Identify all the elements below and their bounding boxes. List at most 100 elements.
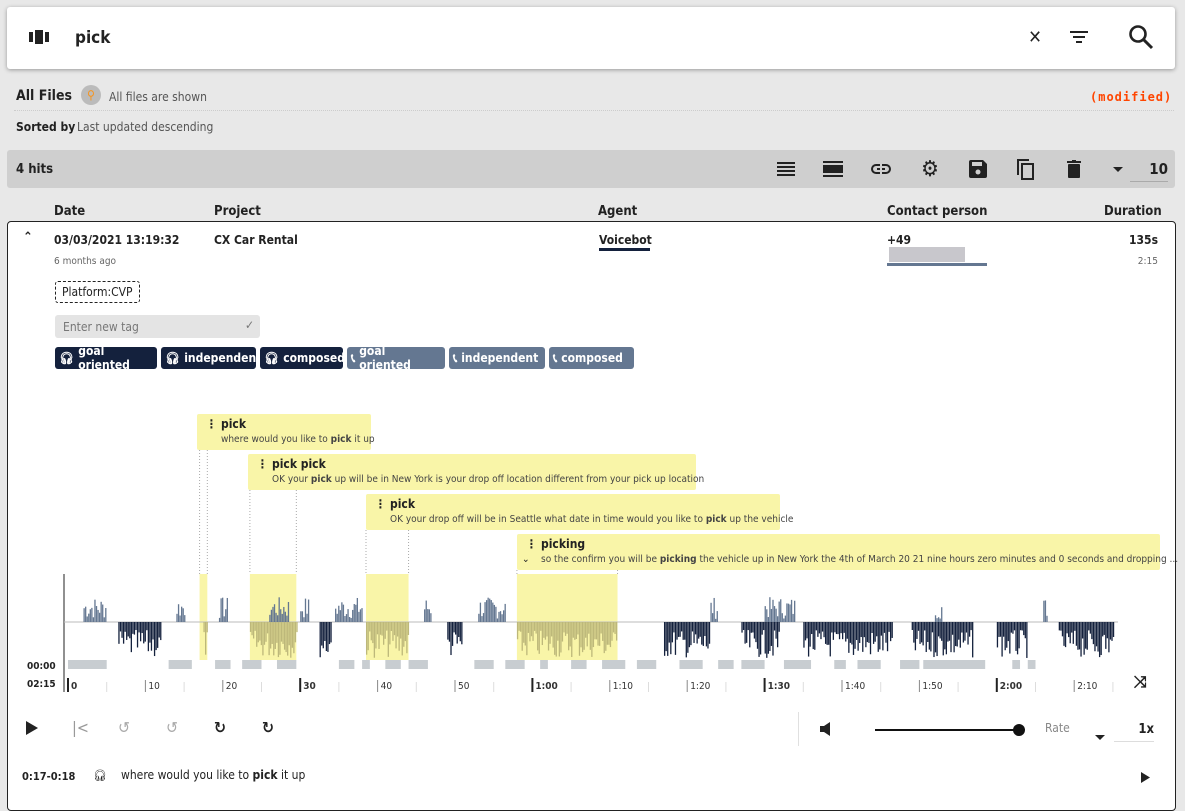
waveform-bar-agent [359, 609, 362, 622]
tag-agent[interactable]: 🎧︎ independent [161, 347, 261, 369]
waveform-bar-agent [355, 604, 357, 622]
waveform-bar-customer [807, 622, 810, 657]
skip-start-icon[interactable]: |< [72, 718, 89, 737]
waveform-bar-customer [1111, 622, 1113, 641]
search-icon[interactable] [1127, 23, 1155, 51]
volume-icon[interactable] [818, 721, 832, 737]
row-contact[interactable]: +49 [887, 233, 987, 266]
list-icon[interactable] [775, 159, 797, 179]
modified-indicator[interactable]: (modified) [1090, 90, 1172, 104]
column-duration[interactable]: Duration [1104, 204, 1162, 219]
waveform-bar-customer [809, 622, 811, 647]
rate-select[interactable]: 1x [1114, 722, 1154, 742]
rewind-5-icon[interactable]: ↺ [166, 718, 178, 737]
columns-icon[interactable] [29, 27, 49, 47]
play-segment-icon[interactable] [1139, 770, 1151, 784]
waveform-bar-customer [925, 622, 927, 653]
silence-segment [385, 660, 401, 669]
forward-10-icon[interactable]: ↻ [262, 718, 274, 737]
headset-icon: 🎧︎ [59, 351, 75, 365]
waveform-bar-customer [251, 622, 253, 636]
rate-dropdown-icon[interactable] [1095, 729, 1105, 743]
transcript-text[interactable]: where would you like to pick it up [121, 768, 305, 782]
waveform-bar-agent [501, 614, 503, 622]
play-icon[interactable] [24, 718, 40, 738]
waveform-bar-agent [479, 602, 482, 622]
waveform-bar-customer [277, 622, 280, 658]
waveform-bar-agent [358, 611, 360, 622]
compact-list-icon[interactable] [822, 159, 844, 179]
check-icon[interactable]: ✓ [245, 318, 254, 332]
waveform-bar-customer [693, 622, 695, 643]
tag-agent[interactable]: 🎧︎ composed [260, 347, 345, 369]
waveform-bar-customer [750, 622, 752, 633]
waveform-bar-customer [158, 622, 160, 638]
waveform-bar-customer [944, 622, 946, 650]
tag-customer[interactable]: 📞︎ composed [549, 347, 634, 369]
waveform-bar-customer [835, 622, 838, 635]
waveform-bar-customer [132, 622, 134, 634]
link-icon[interactable] [870, 159, 892, 179]
row-agent[interactable]: Voicebot [599, 233, 652, 251]
waveform-bar-customer [122, 622, 125, 644]
tag-customer[interactable]: 📞︎ independent [449, 347, 545, 369]
collapse-icon[interactable]: ⌃ [23, 230, 33, 245]
search-scope-icon[interactable]: ⚲ [81, 85, 101, 105]
waveform-bar-agent [336, 613, 338, 622]
waveform-bar-customer [259, 622, 261, 641]
waveform-bar-customer [603, 622, 605, 654]
waveform-bar-customer [543, 622, 545, 638]
sorted-value[interactable]: Last updated descending [77, 120, 213, 134]
save-icon[interactable] [967, 159, 989, 179]
waveform-bar-customer [851, 622, 853, 645]
hits-count: 4 hits [16, 162, 54, 177]
waveform-bar-customer [608, 622, 610, 645]
column-contact[interactable]: Contact person [887, 204, 987, 219]
rewind-10-icon[interactable]: ↺ [118, 718, 130, 737]
waveform-bar-agent [780, 599, 782, 622]
waveform-bar-agent [495, 606, 497, 622]
waveform-bar-customer [1072, 622, 1074, 644]
waveform-bar-customer [919, 622, 921, 644]
silence-segment [900, 660, 920, 669]
waveform-bar-customer [848, 622, 850, 653]
split-channels-icon[interactable]: ⤨ [1134, 672, 1147, 692]
transcript-time[interactable]: 0:17-0:18 [22, 770, 75, 783]
silence-segment [68, 660, 107, 669]
waveform-bar-agent [342, 604, 345, 622]
waveform-bar-agent [181, 606, 183, 622]
waveform[interactable] [0, 400, 1185, 700]
waveform-bar-customer [1109, 622, 1112, 640]
waveform-bar-customer [523, 622, 525, 643]
column-agent[interactable]: Agent [598, 204, 637, 219]
highlight-region[interactable] [516, 574, 618, 660]
tag-customer[interactable]: 📞︎ goal oriented [347, 344, 445, 372]
waveform-bar-customer [1094, 622, 1096, 652]
waveform-bar-customer [204, 622, 207, 655]
filter-icon[interactable] [1068, 27, 1090, 47]
copy-icon[interactable] [1014, 157, 1036, 181]
forward-5-icon[interactable]: ↻ [214, 718, 226, 737]
new-tag-input[interactable]: Enter new tag ✓ [55, 315, 260, 338]
waveform-bar-customer [367, 622, 369, 651]
clear-icon[interactable]: ✕ [1025, 27, 1045, 48]
page-size-dropdown-icon[interactable] [1111, 162, 1125, 176]
platform-tag[interactable]: Platform:CVP [55, 281, 140, 303]
volume-slider[interactable] [875, 729, 1019, 731]
search-input[interactable]: pick [75, 28, 110, 48]
column-project[interactable]: Project [214, 204, 261, 219]
waveform-bar-customer [829, 622, 831, 657]
waveform-bar-customer [373, 622, 376, 658]
gear-icon[interactable]: ⚙ [918, 157, 942, 182]
delete-icon[interactable] [1063, 159, 1085, 179]
column-date[interactable]: Date [54, 204, 85, 219]
waveform-bar-customer [1075, 622, 1078, 646]
volume-slider-handle[interactable] [1013, 724, 1025, 736]
waveform-bar-customer [820, 622, 822, 640]
waveform-bar-customer [1010, 622, 1013, 633]
tag-agent[interactable]: 🎧︎ goal oriented [55, 344, 157, 372]
waveform-bar-customer [775, 622, 777, 639]
waveform-bar-customer [319, 622, 321, 658]
page-size-select[interactable]: 10 [1130, 160, 1168, 182]
waveform-bar-customer [855, 622, 858, 641]
